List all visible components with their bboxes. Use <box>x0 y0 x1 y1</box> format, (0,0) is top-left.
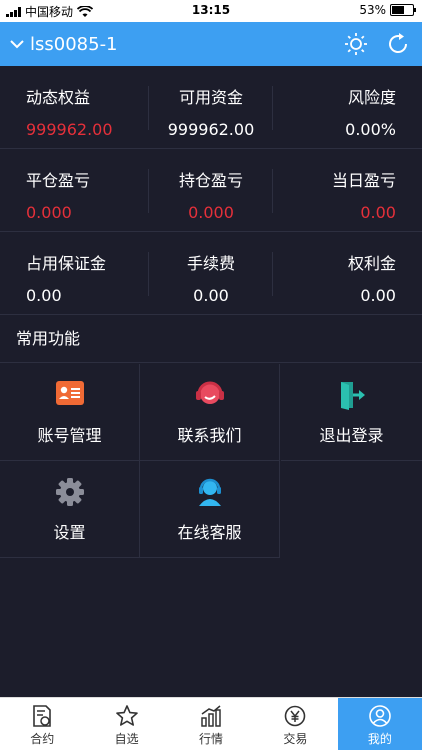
status-bar: 中国移动 13:15 53% <box>0 0 422 22</box>
tab-watchlist[interactable]: 自选 <box>84 698 168 750</box>
dynamic-equity: 动态权益 999962.00 <box>0 66 150 148</box>
metric-value: 999962.00 <box>167 120 255 139</box>
metric-label: 占用保证金 <box>26 254 107 273</box>
metric-label: 可用资金 <box>178 88 243 107</box>
metric-label: 动态权益 <box>26 88 91 107</box>
daily-pnl: 当日盈亏 0.00 <box>273 149 422 231</box>
tab-contract[interactable]: 合约 <box>0 698 84 750</box>
tab-trade[interactable]: 交易 <box>253 698 337 750</box>
tab-label: 合约 <box>30 732 55 746</box>
logout-icon <box>340 382 365 410</box>
metric-label: 平仓盈亏 <box>26 171 91 190</box>
headset-icon <box>195 381 224 404</box>
metric-row: 平仓盈亏 0.000 持仓盈亏 0.000 当日盈亏 0.00 <box>0 149 422 232</box>
section-title: 常用功能 <box>0 315 422 363</box>
yen-icon <box>285 705 306 727</box>
user-icon <box>369 705 391 727</box>
metric-value: 0.00 <box>360 286 396 305</box>
metric-value: 0.00 <box>26 286 62 305</box>
metric-value: 0.000 <box>26 203 72 222</box>
support-agent-icon <box>198 478 221 506</box>
position-pnl: 持仓盈亏 0.000 <box>149 149 273 231</box>
contact-us-button[interactable]: 联系我们 <box>140 364 280 461</box>
function-label: 退出登录 <box>319 426 384 445</box>
chart-icon <box>201 705 221 727</box>
function-label: 联系我们 <box>177 426 242 445</box>
contract-icon <box>33 705 52 727</box>
metric-label: 手续费 <box>186 254 235 273</box>
function-label: 在线客服 <box>177 523 242 542</box>
metric-value: 0.000 <box>188 203 234 222</box>
battery-icon <box>390 4 416 16</box>
metric-label: 风险度 <box>347 88 396 107</box>
tab-label: 行情 <box>199 732 224 746</box>
metric-value: 0.00 <box>360 203 396 222</box>
gear-icon <box>55 478 84 506</box>
settings-button[interactable]: 设置 <box>0 461 140 558</box>
refresh-icon[interactable] <box>386 32 410 56</box>
tab-mine[interactable]: 我的 <box>337 698 422 750</box>
metric-label: 当日盈亏 <box>331 171 396 190</box>
margin-used: 占用保证金 0.00 <box>0 232 150 314</box>
logout-button[interactable]: 退出登录 <box>281 364 422 461</box>
id-card-icon <box>55 381 84 405</box>
chevron-down-icon <box>10 40 24 49</box>
tab-bar: 合约 自选 行情 交易 我的 <box>0 697 422 750</box>
battery-percent: 53% <box>359 3 386 17</box>
commission: 手续费 0.00 <box>149 232 273 314</box>
account-name: lss0085-1 <box>30 33 118 55</box>
close-pnl: 平仓盈亏 0.000 <box>0 149 150 231</box>
metric-row: 占用保证金 0.00 手续费 0.00 权利金 0.00 <box>0 232 422 315</box>
account-management-button[interactable]: 账号管理 <box>0 364 140 461</box>
online-support-button[interactable]: 在线客服 <box>140 461 280 558</box>
risk-level: 风险度 0.00% <box>273 66 422 148</box>
premium: 权利金 0.00 <box>273 232 422 314</box>
metric-value: 0.00 <box>193 286 229 305</box>
metric-value: 999962.00 <box>26 120 113 139</box>
account-metrics: 动态权益 999962.00 可用资金 999962.00 风险度 0.00% … <box>0 66 422 315</box>
available-funds: 可用资金 999962.00 <box>149 66 273 148</box>
tab-label: 我的 <box>367 732 392 746</box>
tab-label: 交易 <box>283 732 308 746</box>
metric-value: 0.00% <box>345 120 396 139</box>
nav-bar: lss0085-1 <box>0 22 422 66</box>
account-switcher[interactable]: lss0085-1 <box>10 34 118 55</box>
function-label: 账号管理 <box>37 426 102 445</box>
tab-quotes[interactable]: 行情 <box>169 698 253 750</box>
brightness-icon[interactable] <box>344 32 368 56</box>
function-label: 设置 <box>53 523 86 542</box>
tab-label: 自选 <box>114 732 139 746</box>
metric-label: 权利金 <box>347 254 396 273</box>
metric-label: 持仓盈亏 <box>178 171 243 190</box>
metric-row: 动态权益 999962.00 可用资金 999962.00 风险度 0.00% <box>0 66 422 149</box>
star-icon <box>115 705 138 726</box>
